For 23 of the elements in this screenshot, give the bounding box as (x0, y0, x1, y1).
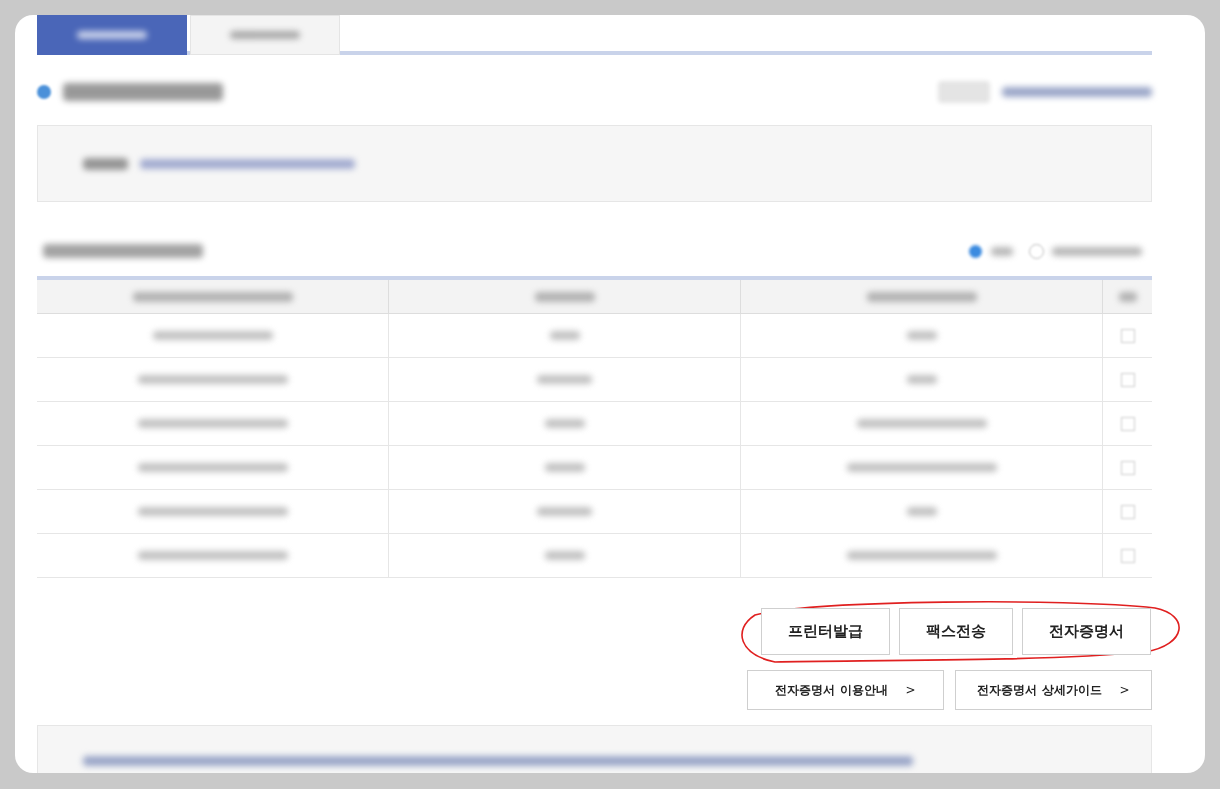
action-button[interactable]: 팩스전송 (899, 608, 1013, 655)
blurred-text (906, 331, 937, 340)
bullet-icon (37, 85, 51, 99)
tab[interactable] (37, 15, 187, 55)
blurred-text (537, 507, 592, 516)
blurred-text (906, 507, 937, 516)
blurred-text (83, 157, 128, 170)
blurred-text (534, 291, 595, 302)
blurred-text (991, 246, 1013, 256)
guide-link[interactable]: 전자증명서 상세가이드 > (955, 670, 1152, 710)
radio-button[interactable] (968, 243, 983, 259)
blurred-text (544, 551, 585, 560)
blurred-text (544, 419, 585, 428)
action-button[interactable]: 전자증명서 (1022, 608, 1151, 655)
blurred-text (1118, 291, 1137, 302)
blurred-button[interactable] (938, 81, 990, 103)
guide-link[interactable]: 전자증명서 이용안내 > (747, 670, 944, 710)
action-button[interactable]: 프린터발급 (761, 608, 890, 655)
blurred-text (549, 331, 580, 340)
blurred-text (906, 375, 937, 384)
blurred-text (544, 463, 585, 472)
tab[interactable] (190, 15, 340, 55)
blurred-text (537, 375, 592, 384)
